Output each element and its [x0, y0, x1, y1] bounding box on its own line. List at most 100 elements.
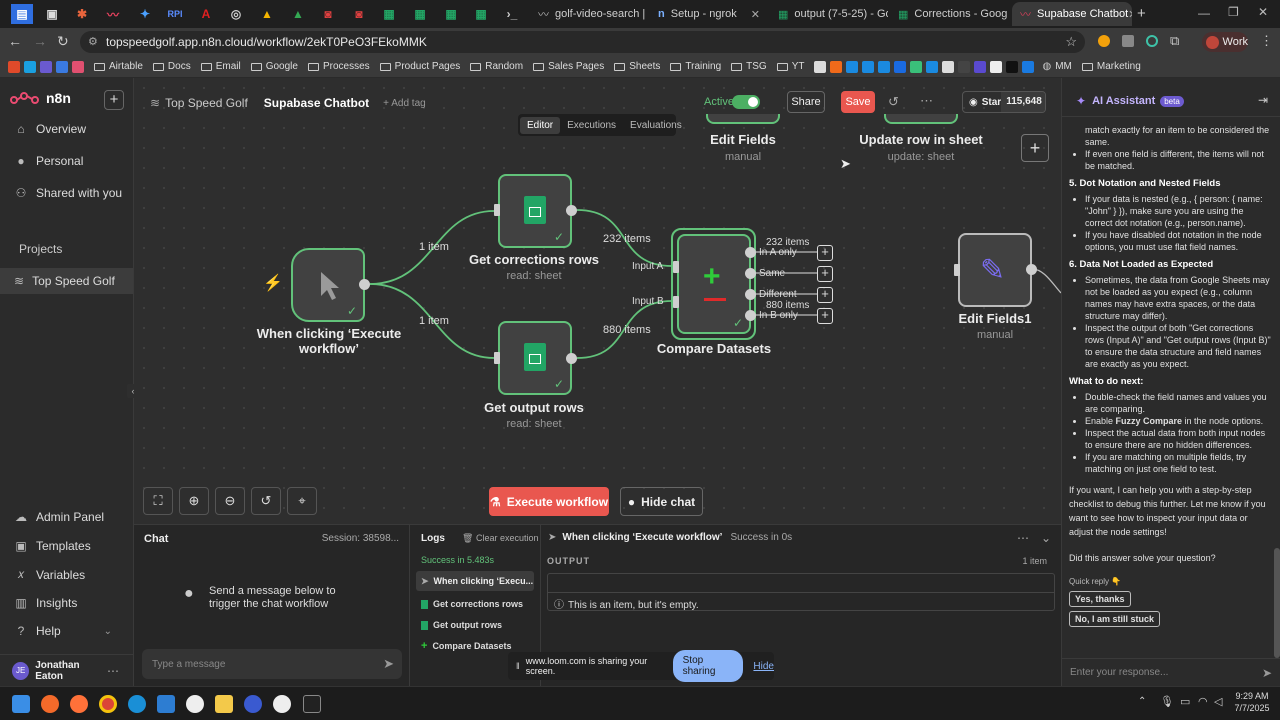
- bookmark-icon[interactable]: [24, 60, 36, 73]
- bookmark-folder[interactable]: Docs: [152, 61, 191, 72]
- app-icon[interactable]: [273, 695, 291, 713]
- browser-tab-corrections[interactable]: ▦Corrections - Google✕: [890, 2, 1008, 26]
- favicon-tab-7[interactable]: A: [195, 4, 217, 24]
- tab-evaluations[interactable]: Evaluations: [623, 117, 689, 134]
- github-star-button[interactable]: ◉ Star 115,648: [962, 91, 1046, 113]
- explorer-icon[interactable]: [215, 695, 233, 713]
- input-port-a[interactable]: [673, 261, 679, 273]
- url-field[interactable]: ⚙ topspeedgolf.app.n8n.cloud/workflow/2e…: [80, 31, 1085, 53]
- nav-variables[interactable]: 𝑥 Variables: [0, 567, 134, 582]
- bookmark-icon[interactable]: [846, 60, 859, 73]
- stop-sharing-button[interactable]: Stop sharing: [672, 650, 744, 682]
- share-button[interactable]: Share: [787, 91, 825, 113]
- extension-icon[interactable]: [1098, 35, 1110, 47]
- site-info-icon[interactable]: ⚙: [88, 35, 98, 48]
- send-icon[interactable]: ➤: [383, 656, 394, 672]
- favicon-tab-3[interactable]: ✱: [71, 4, 93, 24]
- bookmark-folder[interactable]: Google: [250, 61, 298, 72]
- minimize-button[interactable]: —: [1198, 6, 1210, 20]
- add-node-button[interactable]: +: [817, 266, 833, 282]
- node-manual-trigger[interactable]: ✓: [291, 248, 365, 322]
- output-port[interactable]: [745, 247, 756, 258]
- log-item[interactable]: Get corrections rows: [416, 595, 534, 613]
- send-icon[interactable]: ➤: [1262, 666, 1272, 680]
- browser-tab-supabase[interactable]: 〰Supabase Chatbot✕: [1012, 2, 1132, 26]
- bookmark-folder[interactable]: Sheets: [614, 61, 660, 72]
- bookmark-icon[interactable]: [974, 60, 987, 73]
- bookmark-icon[interactable]: [942, 60, 955, 73]
- chevron-up-icon[interactable]: ⌃: [1138, 696, 1146, 707]
- new-tab-button[interactable]: +: [1137, 5, 1146, 22]
- slack-icon[interactable]: [186, 695, 204, 713]
- input-port[interactable]: [954, 264, 960, 276]
- add-tag-button[interactable]: + Add tag: [383, 98, 426, 109]
- node-edit-fields1[interactable]: ✎: [958, 233, 1032, 307]
- bookmark-icon[interactable]: [1006, 60, 1019, 73]
- n8n-logo[interactable]: n8n: [10, 90, 71, 106]
- favicon-tab-10[interactable]: ▲: [287, 4, 309, 24]
- node-update-row-edge[interactable]: [884, 114, 958, 124]
- zoom-in-button[interactable]: ⊕: [179, 487, 209, 515]
- assistant-input[interactable]: Enter your response... ➤: [1062, 658, 1280, 686]
- bookmark-icon[interactable]: [878, 60, 891, 73]
- bookmark-mm[interactable]: ◍ MM: [1042, 61, 1071, 72]
- browser-tab-golf[interactable]: 〰golf-video-search | T✕: [530, 2, 648, 26]
- bookmark-icon[interactable]: [926, 60, 939, 73]
- chevron-down-icon[interactable]: ⌄: [1041, 531, 1051, 545]
- bookmark-icon[interactable]: [894, 60, 907, 73]
- active-toggle[interactable]: [732, 95, 760, 109]
- nav-templates[interactable]: ▣ Templates: [0, 539, 134, 553]
- bookmark-icon[interactable]: [40, 60, 52, 73]
- bookmark-folder[interactable]: Sales Pages: [533, 61, 604, 72]
- node-get-corrections[interactable]: ✓: [498, 174, 572, 248]
- scrollbar[interactable]: [1274, 548, 1280, 658]
- add-node-button[interactable]: +: [817, 287, 833, 303]
- browser-tab-output[interactable]: ▦output (7-5-25) - Go✕: [770, 2, 888, 26]
- clock[interactable]: 9:29 AM 7/7/2025: [1232, 690, 1272, 714]
- tab-executions[interactable]: Executions: [560, 117, 623, 134]
- bookmark-folder[interactable]: Training: [670, 61, 721, 72]
- bookmark-folder[interactable]: Random: [470, 61, 523, 72]
- bookmark-icon[interactable]: [8, 60, 20, 73]
- workflow-name[interactable]: Supabase Chatbot: [264, 96, 369, 110]
- favicon-tab-9[interactable]: ▲: [256, 4, 278, 24]
- favicon-tab-12[interactable]: ◙: [348, 4, 370, 24]
- favicon-tab-4[interactable]: 〰: [102, 4, 124, 24]
- output-port[interactable]: [745, 310, 756, 321]
- add-node-button[interactable]: +: [817, 245, 833, 261]
- input-port-b[interactable]: [673, 296, 679, 308]
- mic-icon[interactable]: 🎙: [1160, 695, 1174, 708]
- favicon-tab-16[interactable]: ▦: [470, 4, 492, 24]
- favicon-tab-13[interactable]: ▦: [378, 4, 400, 24]
- volume-icon[interactable]: ◁: [1214, 695, 1222, 708]
- favicon-tab-6[interactable]: RPI: [164, 4, 186, 24]
- node-edit-fields-edge[interactable]: [706, 114, 780, 124]
- reload-icon[interactable]: ↻: [57, 33, 69, 50]
- input-port[interactable]: [494, 204, 500, 216]
- close-panel-icon[interactable]: ⇥: [1258, 93, 1268, 107]
- bookmark-folder[interactable]: Email: [200, 61, 241, 72]
- execute-workflow-button[interactable]: ⚗ Execute workflow: [489, 487, 609, 516]
- bookmark-folder[interactable]: YT: [776, 61, 804, 72]
- close-icon[interactable]: ✕: [751, 8, 760, 21]
- profile-button[interactable]: Work: [1202, 32, 1248, 52]
- wifi-icon[interactable]: ◠: [1198, 695, 1208, 708]
- node-get-output[interactable]: ✓: [498, 321, 572, 395]
- bookmark-icon[interactable]: [862, 60, 875, 73]
- browser-tab-ngrok[interactable]: n Setup - ngrok ✕: [650, 2, 768, 26]
- clear-execution-button[interactable]: 🗑 Clear execution: [462, 533, 539, 544]
- extension-icon[interactable]: [1122, 35, 1134, 47]
- bookmark-icon[interactable]: [814, 60, 827, 73]
- firefox-icon[interactable]: [70, 695, 88, 713]
- reset-zoom-button[interactable]: ↺: [251, 487, 281, 515]
- tidy-up-button[interactable]: ⌖: [287, 487, 317, 515]
- add-node-button[interactable]: +: [1021, 134, 1049, 162]
- hide-button[interactable]: Hide: [753, 661, 774, 672]
- start-icon[interactable]: [12, 695, 30, 713]
- chat-input[interactable]: Type a message ➤: [142, 649, 402, 679]
- project-item-top-speed-golf[interactable]: ≋ Top Speed Golf: [0, 268, 133, 294]
- extension-icon[interactable]: [1146, 35, 1158, 47]
- bookmark-icon[interactable]: [1022, 60, 1035, 73]
- bookmark-marketing[interactable]: Marketing: [1081, 61, 1141, 72]
- save-button[interactable]: Save: [841, 91, 875, 113]
